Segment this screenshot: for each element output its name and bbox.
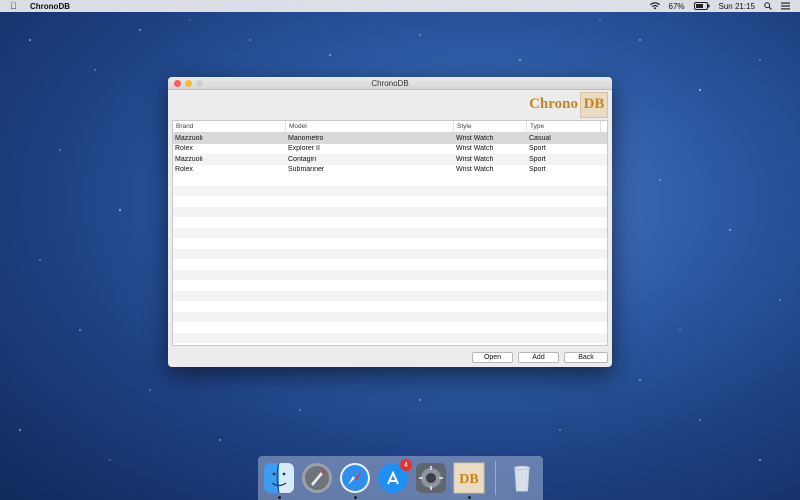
empty-table-row — [173, 259, 607, 270]
cell-brand: Mazzuoli — [175, 155, 203, 163]
system-preferences-icon[interactable] — [415, 462, 447, 494]
app-store-badge: 4 — [400, 459, 412, 471]
watches-table[interactable]: Brand Model Style Type Mazzuoli Manometr… — [172, 120, 608, 346]
table-row[interactable]: Rolex Explorer II Wrist Watch Sport — [173, 143, 607, 154]
cell-model: Explorer II — [288, 145, 320, 153]
chronodb-window: ChronoDB Chrono DB Brand Model Style Typ… — [168, 77, 612, 367]
column-header-brand[interactable]: Brand — [173, 121, 286, 132]
empty-table-row — [173, 217, 607, 228]
window-title: ChronoDB — [371, 78, 409, 88]
window-titlebar[interactable]: ChronoDB — [168, 77, 612, 90]
empty-table-row — [173, 238, 607, 249]
button-bar: Open Add Back — [472, 352, 608, 363]
finder-icon[interactable] — [263, 462, 295, 499]
empty-table-row — [173, 227, 607, 238]
app-menu-name[interactable]: ChronoDB — [30, 2, 70, 11]
cell-type: Sport — [529, 166, 546, 174]
cell-model: Manometro — [288, 134, 324, 142]
table-row[interactable]: Mazzuoli Contagiri Wrist Watch Sport — [173, 154, 607, 165]
logo-db-text: DB — [580, 91, 608, 118]
cell-model: Contagiri — [288, 155, 317, 163]
table-header: Brand Model Style Type — [173, 121, 607, 133]
cell-style: Wrist Watch — [456, 145, 494, 153]
empty-table-row — [173, 290, 607, 301]
battery-percent[interactable]: 67% — [669, 2, 685, 11]
open-button[interactable]: Open — [472, 352, 513, 363]
cell-model: Submariner — [288, 166, 325, 174]
empty-table-row — [173, 311, 607, 322]
trash-icon[interactable] — [506, 462, 538, 494]
svg-text:DB: DB — [459, 472, 478, 487]
cell-style: Wrist Watch — [456, 155, 494, 163]
cell-type: Sport — [529, 155, 546, 163]
column-header-style[interactable]: Style — [454, 121, 527, 132]
battery-icon[interactable] — [693, 2, 710, 10]
column-header-model[interactable]: Model — [286, 121, 454, 132]
apple-menu-icon[interactable]:  — [10, 1, 24, 11]
add-button[interactable]: Add — [518, 352, 559, 363]
chronodb-icon[interactable]: DB — [453, 462, 485, 499]
chronodb-logo: Chrono DB — [529, 91, 608, 118]
notification-center-icon[interactable] — [781, 2, 790, 10]
empty-table-row — [173, 248, 607, 259]
empty-table-row — [173, 185, 607, 196]
empty-table-row — [173, 332, 607, 343]
table-body: Mazzuoli Manometro Wrist Watch Casual Ro… — [173, 133, 607, 343]
cell-brand: Rolex — [175, 166, 193, 174]
clock[interactable]: Sun 21:15 — [719, 2, 755, 11]
column-header-type[interactable]: Type — [527, 121, 601, 132]
cell-style: Wrist Watch — [456, 134, 494, 142]
safari-icon[interactable] — [339, 462, 371, 499]
cell-style: Wrist Watch — [456, 166, 494, 174]
menu-bar:  ChronoDB 67% Sun 21:15 — [0, 0, 800, 12]
empty-table-row — [173, 196, 607, 207]
spotlight-search-icon[interactable] — [764, 2, 772, 10]
cell-type: Sport — [529, 145, 546, 153]
cell-type: Casual — [529, 134, 551, 142]
empty-table-row — [173, 301, 607, 312]
app-store-icon[interactable]: 4 — [377, 459, 412, 494]
empty-table-row — [173, 280, 607, 291]
logo-chrono-text: Chrono — [529, 96, 578, 112]
cell-brand: Rolex — [175, 145, 193, 153]
table-row[interactable]: Rolex Submariner Wrist Watch Sport — [173, 164, 607, 175]
empty-table-row — [173, 322, 607, 333]
back-button[interactable]: Back — [564, 352, 608, 363]
dock-separator — [495, 461, 496, 495]
cell-brand: Mazzuoli — [175, 134, 203, 142]
dock: 4 DB — [258, 456, 543, 500]
wifi-icon[interactable] — [649, 2, 660, 10]
table-row[interactable]: Mazzuoli Manometro Wrist Watch Casual — [173, 133, 607, 144]
empty-table-row — [173, 175, 607, 186]
empty-table-row — [173, 206, 607, 217]
launchpad-icon[interactable] — [301, 462, 333, 494]
empty-table-row — [173, 269, 607, 280]
